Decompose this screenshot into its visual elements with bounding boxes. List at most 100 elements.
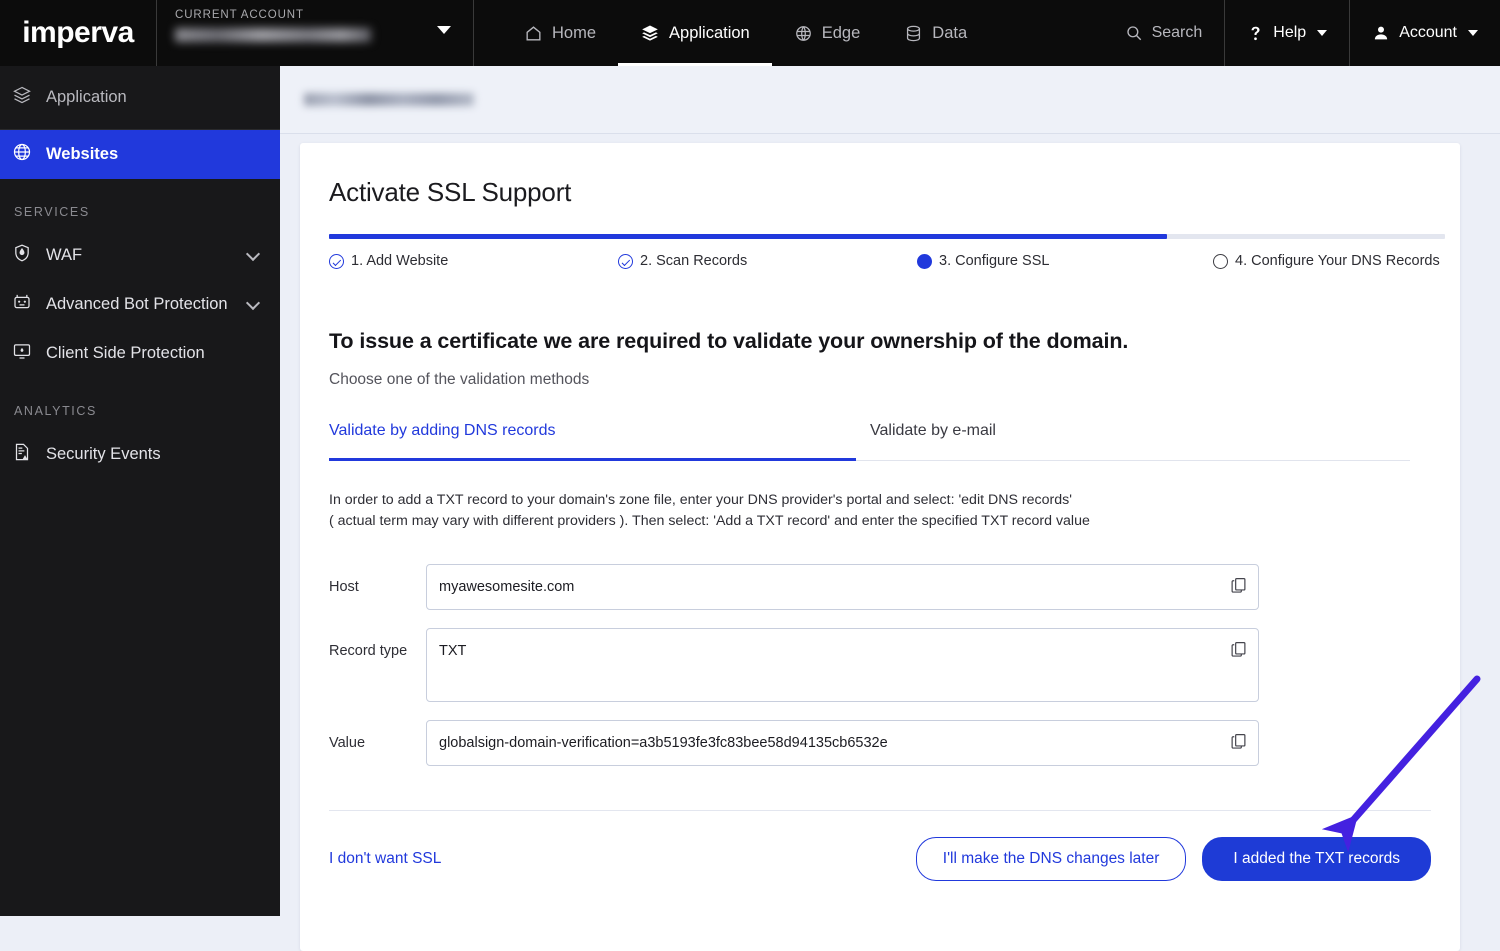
sidebar-item-security-events[interactable]: Security Events bbox=[0, 430, 280, 479]
chevron-down-icon bbox=[1317, 30, 1328, 36]
record-type-input[interactable]: TXT bbox=[426, 628, 1259, 702]
current-account-selector[interactable]: CURRENT ACCOUNT bbox=[157, 0, 474, 66]
layers-icon bbox=[12, 85, 32, 110]
nav-label-application: Application bbox=[669, 23, 750, 42]
account-label: Account bbox=[1399, 24, 1457, 41]
chevron-down-icon[interactable] bbox=[245, 246, 261, 261]
copy-icon[interactable] bbox=[1230, 576, 1247, 594]
top-navigation-bar: imperva CURRENT ACCOUNT Home Application… bbox=[0, 0, 1500, 66]
label-record-type: Record type bbox=[329, 643, 408, 659]
current-account-value bbox=[175, 28, 371, 42]
label-value: Value bbox=[329, 735, 366, 751]
monitor-shield-icon bbox=[12, 341, 32, 366]
check-circle-icon bbox=[618, 253, 633, 269]
step-2-scan-records[interactable]: 2. Scan Records bbox=[618, 253, 917, 269]
question-mark-icon bbox=[1247, 25, 1264, 42]
step-3-label: 3. Configure SSL bbox=[939, 253, 1050, 269]
shield-flame-icon bbox=[12, 243, 32, 268]
primary-nav-group: Home Application Edge Data bbox=[502, 0, 989, 66]
search-button[interactable]: Search bbox=[1103, 0, 1225, 66]
dns-record-form: Host myawesomesite.com Record type TXT V… bbox=[300, 532, 1460, 766]
instructions-line-2: ( actual term may vary with different pr… bbox=[329, 513, 1090, 529]
step-4-label: 4. Configure Your DNS Records bbox=[1235, 253, 1440, 269]
copy-icon[interactable] bbox=[1230, 640, 1247, 658]
sidebar-item-client-side-protection[interactable]: Client Side Protection bbox=[0, 329, 280, 378]
help-menu[interactable]: Help bbox=[1225, 0, 1349, 66]
nav-item-application[interactable]: Application bbox=[618, 0, 772, 66]
nav-label-home: Home bbox=[552, 23, 597, 42]
step-list: 1. Add Website 2. Scan Records 3. Config… bbox=[329, 253, 1445, 269]
stepper: 1. Add Website 2. Scan Records 3. Config… bbox=[300, 208, 1460, 269]
logo-text: imperva bbox=[22, 16, 134, 49]
progress-track bbox=[329, 234, 1445, 239]
tab-validate-by-dns[interactable]: Validate by adding DNS records bbox=[329, 422, 870, 460]
sidebar-item-websites[interactable]: Websites bbox=[0, 130, 280, 179]
globe-icon bbox=[794, 24, 813, 43]
validation-method-tabs: Validate by adding DNS records Validate … bbox=[329, 422, 1410, 461]
nav-label-edge: Edge bbox=[821, 23, 861, 42]
nav-label-data: Data bbox=[932, 23, 968, 42]
field-row-value: Value globalsign-domain-verification=a3b… bbox=[329, 720, 1460, 766]
value-input[interactable]: globalsign-domain-verification=a3b5193fe… bbox=[426, 720, 1259, 766]
dont-want-ssl-link[interactable]: I don't want SSL bbox=[329, 850, 441, 868]
sidebar-section-services: SERVICES bbox=[14, 205, 90, 219]
current-account-label: CURRENT ACCOUNT bbox=[175, 9, 304, 21]
sidebar-label-waf: WAF bbox=[46, 246, 83, 264]
document-alert-icon bbox=[12, 442, 32, 467]
globe-icon bbox=[12, 142, 32, 167]
chevron-down-icon bbox=[1468, 30, 1478, 36]
validation-subline: Choose one of the validation methods bbox=[329, 371, 590, 388]
tab-underline-active bbox=[329, 458, 856, 461]
step-1-add-website[interactable]: 1. Add Website bbox=[329, 253, 618, 269]
host-input[interactable]: myawesomesite.com bbox=[426, 564, 1259, 610]
sidebar-label-client-side-protection: Client Side Protection bbox=[46, 344, 205, 362]
check-circle-icon bbox=[329, 253, 344, 269]
database-icon bbox=[904, 24, 923, 43]
step-1-label: 1. Add Website bbox=[351, 253, 449, 269]
tab-validate-by-email[interactable]: Validate by e-mail bbox=[870, 422, 996, 460]
nav-item-edge[interactable]: Edge bbox=[772, 0, 883, 66]
main-content: Activate SSL Support 1. Add Website 2. S… bbox=[280, 66, 1500, 951]
sidebar-section-analytics: ANALYTICS bbox=[14, 404, 97, 418]
breadcrumb bbox=[304, 93, 474, 106]
card-footer: I don't want SSL I'll make the DNS chang… bbox=[300, 811, 1460, 881]
sidebar-label-websites: Websites bbox=[46, 145, 119, 163]
search-icon bbox=[1125, 24, 1143, 42]
utility-nav-group: Search Help Account bbox=[1103, 0, 1500, 66]
copy-icon[interactable] bbox=[1230, 732, 1247, 750]
sidebar-item-waf[interactable]: WAF bbox=[0, 231, 280, 280]
chevron-down-icon bbox=[437, 26, 451, 34]
step-4-configure-dns-records[interactable]: 4. Configure Your DNS Records bbox=[1213, 253, 1445, 269]
user-icon bbox=[1372, 24, 1390, 42]
nav-item-data[interactable]: Data bbox=[882, 0, 989, 66]
sidebar-label-advanced-bot-protection: Advanced Bot Protection bbox=[46, 295, 228, 313]
activate-ssl-card: Activate SSL Support 1. Add Website 2. S… bbox=[300, 143, 1460, 951]
sidebar: Application Websites SERVICES WAF Advanc… bbox=[0, 66, 280, 916]
footer-button-group: I'll make the DNS changes later I added … bbox=[915, 837, 1431, 881]
tab-row: Validate by adding DNS records Validate … bbox=[329, 422, 1410, 460]
sidebar-item-advanced-bot-protection[interactable]: Advanced Bot Protection bbox=[0, 280, 280, 329]
empty-circle-icon bbox=[1213, 253, 1228, 269]
page-title: Activate SSL Support bbox=[329, 177, 572, 207]
chevron-down-icon[interactable] bbox=[245, 295, 261, 310]
sidebar-label-security-events: Security Events bbox=[46, 445, 161, 463]
robot-icon bbox=[12, 292, 32, 317]
step-2-label: 2. Scan Records bbox=[640, 253, 748, 269]
value-value: globalsign-domain-verification=a3b5193fe… bbox=[439, 735, 888, 751]
progress-fill bbox=[329, 234, 1167, 239]
sidebar-app-label: Application bbox=[46, 88, 127, 106]
record-type-value: TXT bbox=[439, 643, 467, 659]
label-host: Host bbox=[329, 579, 359, 595]
make-dns-changes-later-button[interactable]: I'll make the DNS changes later bbox=[915, 837, 1187, 881]
breadcrumb-bar bbox=[280, 66, 1500, 134]
host-value: myawesomesite.com bbox=[439, 579, 575, 595]
account-menu[interactable]: Account bbox=[1350, 0, 1500, 66]
instructions-line-1: In order to add a TXT record to your dom… bbox=[329, 492, 1072, 508]
step-3-configure-ssl[interactable]: 3. Configure SSL bbox=[917, 253, 1213, 269]
field-row-host: Host myawesomesite.com bbox=[329, 564, 1460, 610]
added-txt-records-button[interactable]: I added the TXT records bbox=[1202, 837, 1431, 881]
layers-icon bbox=[640, 23, 660, 43]
sidebar-header-application: Application bbox=[0, 66, 280, 130]
nav-item-home[interactable]: Home bbox=[502, 0, 618, 66]
imperva-logo[interactable]: imperva bbox=[0, 0, 157, 66]
